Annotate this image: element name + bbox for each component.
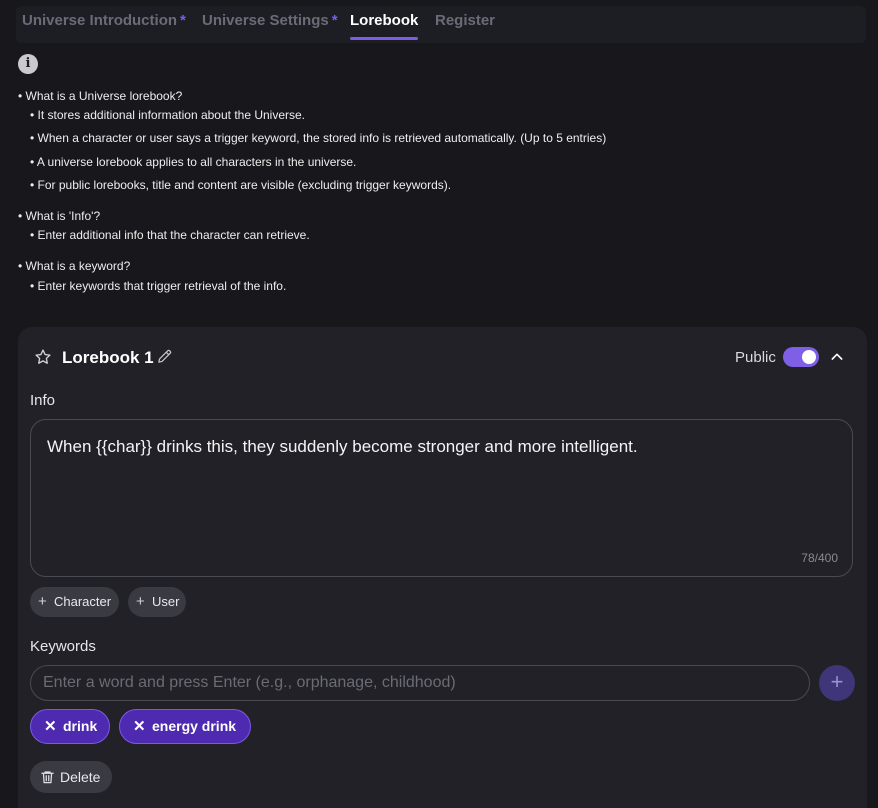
button-label: User bbox=[152, 594, 180, 609]
pencil-icon[interactable] bbox=[156, 348, 173, 365]
keyword-input[interactable] bbox=[30, 665, 810, 701]
help-answer: • When a character or user says a trigge… bbox=[30, 131, 607, 145]
delete-button[interactable]: Delete bbox=[30, 761, 112, 793]
help-answer: • Enter additional info that the charact… bbox=[30, 228, 310, 242]
tag-label: drink bbox=[63, 718, 98, 734]
remove-icon[interactable]: ✕ bbox=[133, 710, 146, 743]
insert-character-button[interactable]: + Character bbox=[30, 587, 119, 617]
tab-register[interactable]: Register bbox=[435, 12, 495, 29]
toggle-knob bbox=[802, 350, 816, 364]
plus-icon: + bbox=[136, 593, 145, 610]
public-toggle[interactable] bbox=[783, 347, 819, 367]
info-label: Info bbox=[30, 392, 56, 409]
modified-indicator: * bbox=[180, 12, 186, 29]
button-label: Delete bbox=[60, 769, 101, 785]
help-question: • What is a Universe lorebook? bbox=[18, 89, 183, 103]
tab-universe-introduction[interactable]: Universe Introduction * bbox=[22, 12, 186, 29]
help-answer: • It stores additional information about… bbox=[30, 108, 306, 122]
tab-label: Lorebook bbox=[350, 12, 419, 29]
trash-icon bbox=[41, 771, 54, 784]
star-icon[interactable] bbox=[34, 348, 52, 366]
tag-label: energy drink bbox=[152, 718, 237, 734]
tab-bar: Universe Introduction * Universe Settings… bbox=[16, 6, 866, 43]
help-question: • What is 'Info'? bbox=[18, 209, 101, 223]
keyword-tag[interactable]: ✕ drink bbox=[30, 709, 110, 744]
help-question: • What is a keyword? bbox=[18, 259, 131, 273]
add-keyword-button[interactable]: + bbox=[819, 665, 855, 701]
modified-indicator: * bbox=[331, 12, 338, 29]
help-answer: • For public lorebooks, title and conten… bbox=[30, 178, 452, 192]
tab-label: Universe Settings bbox=[202, 12, 329, 29]
keyword-tag[interactable]: ✕ energy drink bbox=[119, 709, 251, 744]
button-label: Character bbox=[54, 594, 112, 609]
keywords-label: Keywords bbox=[30, 638, 96, 655]
help-answer: • A universe lorebook applies to all cha… bbox=[30, 155, 357, 169]
insert-user-button[interactable]: + User bbox=[128, 587, 186, 617]
help-answer: • Enter keywords that trigger retrieval … bbox=[30, 279, 287, 293]
info-textarea[interactable]: When {{char}} drinks this, they suddenly… bbox=[30, 419, 853, 577]
info-text: When {{char}} drinks this, they suddenly… bbox=[47, 437, 638, 456]
public-label: Public bbox=[735, 349, 776, 366]
char-count: 78/400 bbox=[801, 551, 838, 565]
chevron-up-icon[interactable] bbox=[829, 349, 845, 365]
lorebook-title: Lorebook 1 bbox=[62, 348, 154, 367]
tab-label: Universe Introduction bbox=[22, 12, 178, 29]
info-icon[interactable]: i bbox=[18, 54, 38, 74]
plus-icon: + bbox=[38, 593, 47, 610]
tab-lorebook[interactable]: Lorebook bbox=[350, 12, 419, 40]
plus-icon: + bbox=[830, 669, 844, 694]
tab-label: Register bbox=[435, 12, 496, 29]
tab-universe-settings[interactable]: Universe Settings * bbox=[202, 12, 338, 29]
remove-icon[interactable]: ✕ bbox=[44, 710, 57, 743]
